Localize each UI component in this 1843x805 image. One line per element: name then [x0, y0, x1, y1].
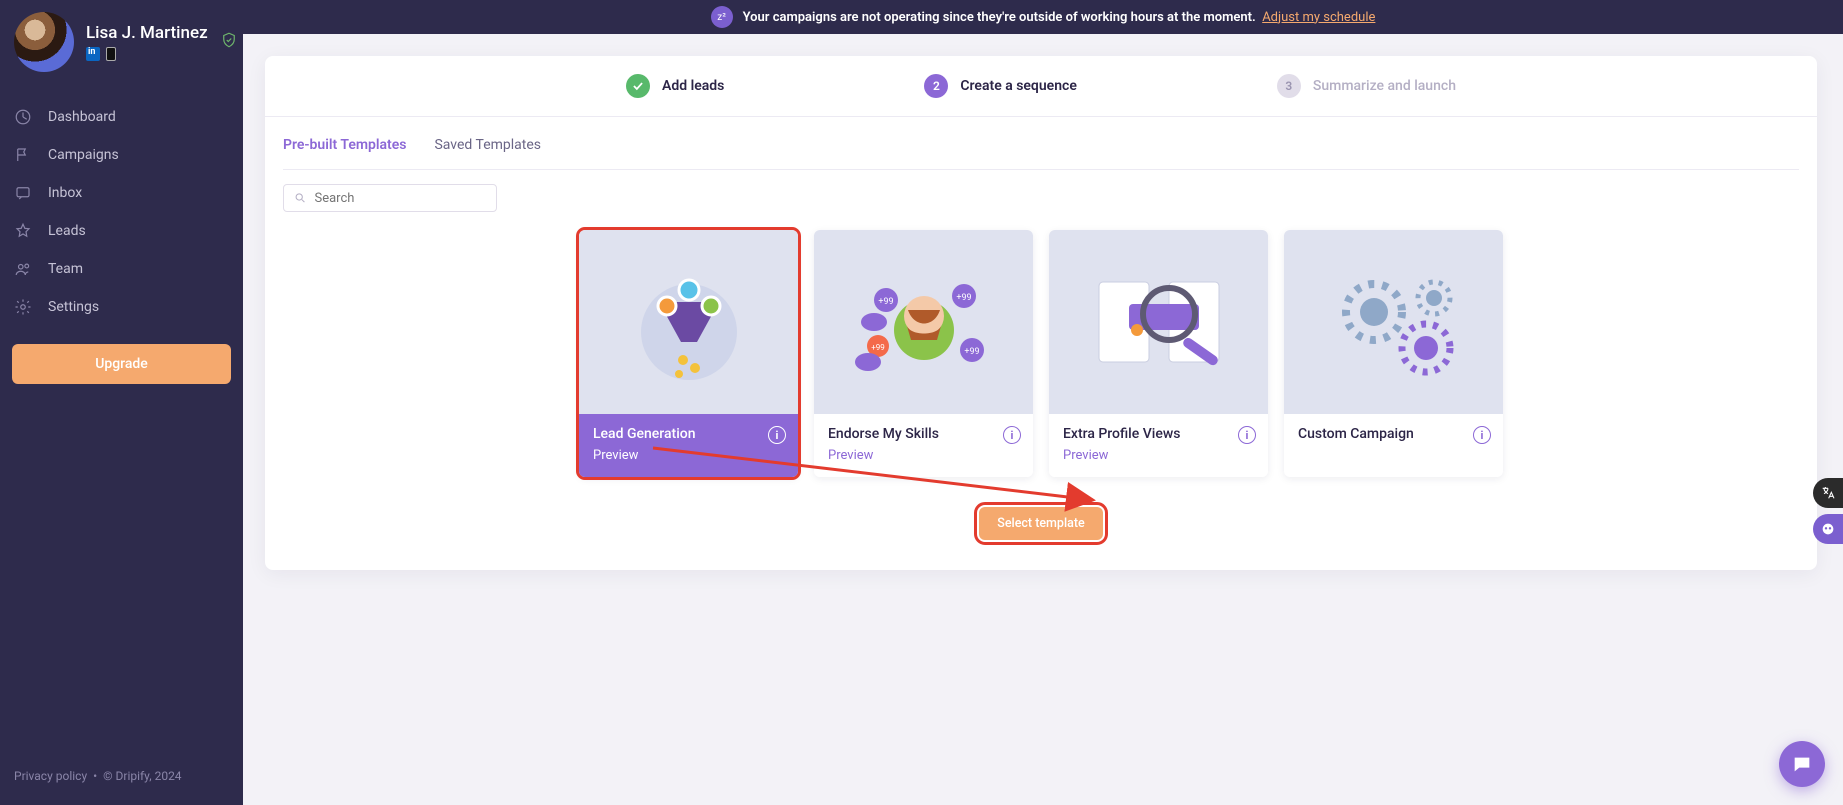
info-icon[interactable]: i — [768, 426, 786, 444]
template-card-extra-profile-views[interactable]: Extra Profile Views Preview i — [1049, 230, 1268, 477]
sidebar-item-inbox[interactable]: Inbox — [0, 174, 243, 212]
tab-saved-templates[interactable]: Saved Templates — [434, 131, 541, 159]
template-illustration: +99 +99 +99 +99 — [814, 230, 1033, 414]
wizard-card: Add leads 2 Create a sequence 3 Summariz… — [265, 56, 1817, 570]
sidebar-item-leads[interactable]: Leads — [0, 212, 243, 250]
template-illustration — [1049, 230, 1268, 414]
svg-text:+99: +99 — [964, 347, 979, 357]
banner-message: Your campaigns are not operating since t… — [743, 10, 1376, 25]
search-box[interactable] — [283, 184, 497, 212]
template-card-endorse-skills[interactable]: +99 +99 +99 +99 Endorse My Skills Previe… — [814, 230, 1033, 477]
template-body: Custom Campaign i — [1284, 414, 1503, 456]
upgrade-button[interactable]: Upgrade — [12, 344, 231, 384]
sidebar-item-team[interactable]: Team — [0, 250, 243, 288]
profile-row: Lisa J. Martinez — [0, 0, 243, 82]
sleep-icon: z² — [711, 6, 733, 28]
stepper: Add leads 2 Create a sequence 3 Summariz… — [265, 56, 1817, 117]
gear-icon — [14, 298, 32, 316]
select-template-button[interactable]: Select template — [979, 507, 1103, 540]
search-wrap — [265, 184, 1817, 230]
tabs: Pre-built Templates Saved Templates — [265, 117, 1817, 169]
template-illustration — [1284, 230, 1503, 414]
upgrade-wrap: Upgrade — [0, 326, 243, 388]
footer-sep: • — [93, 769, 97, 783]
svg-text:+99: +99 — [956, 293, 971, 303]
template-title: Lead Generation — [593, 426, 784, 442]
template-body: Endorse My Skills Preview i — [814, 414, 1033, 477]
users-icon — [14, 260, 32, 278]
assistant-button[interactable] — [1813, 514, 1843, 544]
privacy-link[interactable]: Privacy policy — [14, 769, 87, 783]
profile-name: Lisa J. Martinez — [86, 23, 208, 43]
info-icon[interactable]: i — [1473, 426, 1491, 444]
step-summarize-launch[interactable]: 3 Summarize and launch — [1277, 74, 1456, 98]
sidebar-item-campaigns[interactable]: Campaigns — [0, 136, 243, 174]
adjust-schedule-link[interactable]: Adjust my schedule — [1262, 10, 1375, 25]
search-icon — [294, 191, 307, 205]
main: z² Your campaigns are not operating sinc… — [243, 0, 1843, 805]
sidebar-item-label: Inbox — [48, 185, 82, 201]
footer-copyright: © Dripify, 2024 — [103, 769, 181, 783]
divider — [283, 169, 1799, 170]
template-title: Endorse My Skills — [828, 426, 1019, 442]
template-title: Custom Campaign — [1298, 426, 1489, 442]
translate-button[interactable] — [1813, 478, 1843, 508]
template-illustration — [579, 230, 798, 414]
content: Add leads 2 Create a sequence 3 Summariz… — [243, 34, 1843, 805]
template-body: Extra Profile Views Preview i — [1049, 414, 1268, 477]
profile-status-icons — [86, 47, 208, 61]
shield-icon — [220, 31, 238, 53]
profile-info: Lisa J. Martinez — [86, 23, 208, 61]
mobile-icon — [106, 47, 116, 61]
check-icon — [626, 74, 650, 98]
chat-bubble[interactable] — [1779, 741, 1825, 787]
step-label: Summarize and launch — [1313, 78, 1456, 94]
nav: Dashboard Campaigns Inbox Leads Team Set… — [0, 82, 243, 326]
tab-prebuilt-templates[interactable]: Pre-built Templates — [283, 131, 406, 159]
template-body: Lead Generation Preview i — [579, 414, 798, 477]
step-label: Create a sequence — [960, 78, 1076, 94]
search-input[interactable] — [315, 191, 487, 206]
template-title: Extra Profile Views — [1063, 426, 1254, 442]
info-icon[interactable]: i — [1238, 426, 1256, 444]
step-add-leads[interactable]: Add leads — [626, 74, 724, 98]
flag-icon — [14, 146, 32, 164]
svg-text:+99: +99 — [871, 343, 885, 352]
step-create-sequence[interactable]: 2 Create a sequence — [924, 74, 1076, 98]
template-card-custom-campaign[interactable]: Custom Campaign i — [1284, 230, 1503, 477]
sidebar-item-label: Team — [48, 261, 83, 277]
dashboard-icon — [14, 108, 32, 126]
floating-buttons — [1813, 478, 1843, 544]
chat-icon — [1791, 753, 1813, 775]
footer-links: Privacy policy • © Dripify, 2024 — [0, 769, 243, 805]
sidebar-item-label: Campaigns — [48, 147, 119, 163]
assistant-icon — [1820, 521, 1836, 537]
step-label: Add leads — [662, 78, 724, 94]
info-icon[interactable]: i — [1003, 426, 1021, 444]
linkedin-icon — [86, 47, 100, 61]
sidebar-item-label: Leads — [48, 223, 86, 239]
template-preview-link[interactable]: Preview — [1063, 448, 1254, 463]
banner: z² Your campaigns are not operating sinc… — [243, 0, 1843, 34]
avatar[interactable] — [14, 12, 74, 72]
sidebar-item-label: Dashboard — [48, 109, 116, 125]
step-number: 3 — [1277, 74, 1301, 98]
star-icon — [14, 222, 32, 240]
template-card-lead-generation[interactable]: Lead Generation Preview i — [579, 230, 798, 477]
svg-text:+99: +99 — [878, 297, 893, 307]
banner-text: Your campaigns are not operating since t… — [743, 10, 1256, 25]
templates-grid: Lead Generation Preview i +99 +99 — [265, 230, 1817, 507]
template-preview-link[interactable]: Preview — [593, 448, 784, 463]
sidebar: Lisa J. Martinez Dashboard Campaigns Inb… — [0, 0, 243, 805]
step-number: 2 — [924, 74, 948, 98]
sidebar-item-dashboard[interactable]: Dashboard — [0, 98, 243, 136]
translate-icon — [1820, 485, 1836, 501]
select-row: Select template — [265, 507, 1817, 570]
message-icon — [14, 184, 32, 202]
sidebar-item-label: Settings — [48, 299, 99, 315]
template-preview-link[interactable]: Preview — [828, 448, 1019, 463]
sidebar-item-settings[interactable]: Settings — [0, 288, 243, 326]
